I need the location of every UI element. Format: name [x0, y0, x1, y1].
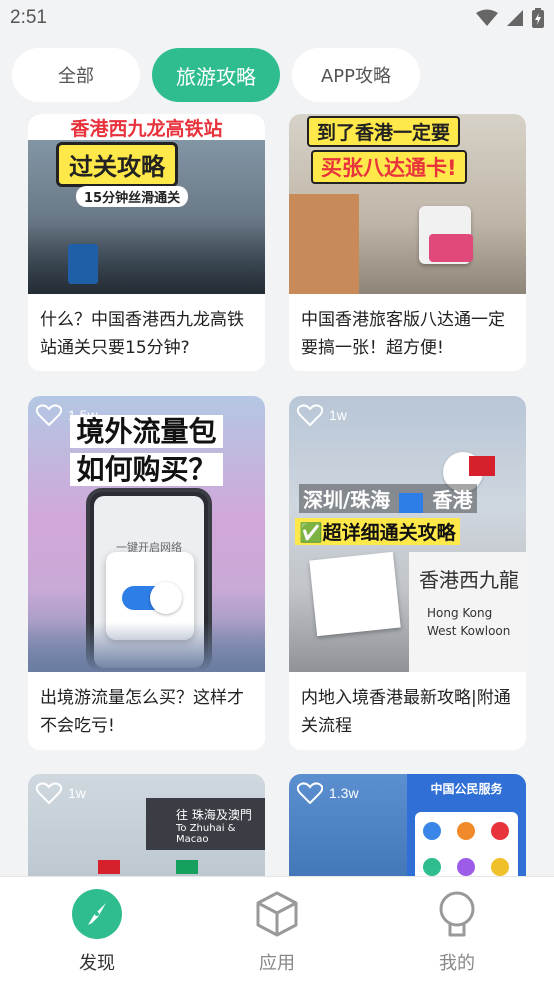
like-count: 1w — [297, 404, 347, 426]
card-image: 香港西九龙高铁站 过关攻略 15分钟丝滑通关 — [28, 114, 265, 294]
category-tabs: 全部 旅游攻略 APP攻略 — [12, 48, 420, 102]
status-time: 2:51 — [10, 7, 47, 28]
feed-card[interactable]: 到了香港一定要 买张八达通卡! 中国香港旅客版八达通一定要搞一张！超方便! — [289, 114, 526, 371]
card-image: 1.3w 中国公民服务 — [289, 774, 526, 876]
card-image-text: West Kowloon — [427, 624, 511, 638]
card-image: 1.5w 境外流量包 如何购买？ 一键开启网络 — [28, 396, 265, 672]
card-image: 到了香港一定要 买张八达通卡! — [289, 114, 526, 294]
card-image: 1w 深圳/珠海 香港 ✅超详细通关攻略 香港西九龍 Hong Kong Wes… — [289, 396, 526, 672]
card-image-text: 15分钟丝滑通关 — [84, 191, 181, 206]
card-image-text: 中国公民服务 — [430, 782, 503, 796]
nav-discover[interactable]: 发现 — [37, 889, 157, 975]
card-image-text: 到了香港一定要 — [317, 122, 451, 144]
nav-label: 发现 — [79, 953, 115, 974]
feed-card[interactable]: 香港西九龙高铁站 过关攻略 15分钟丝滑通关 什么？中国香港西九龙高铁站通关只要… — [28, 114, 265, 371]
card-image-text: 香港西九龙高铁站 — [70, 117, 223, 140]
status-icons — [476, 8, 544, 28]
feed-card[interactable]: 1.3w 中国公民服务 — [289, 774, 526, 876]
feed-card[interactable]: 1.5w 境外流量包 如何购买？ 一键开启网络 出境游流量怎么买？这样才不会吃亏… — [28, 396, 265, 750]
feed-card[interactable]: 1w 深圳/珠海 香港 ✅超详细通关攻略 香港西九龍 Hong Kong Wes… — [289, 396, 526, 750]
card-title: 中国香港旅客版八达通一定要搞一张！超方便! — [301, 310, 505, 358]
bottom-nav: 发现 应用 我的 — [0, 876, 554, 984]
battery-icon — [532, 8, 544, 28]
heart-icon — [297, 404, 323, 426]
feed-card[interactable]: 1w 往 珠海及澳門 To Zhuhai & Macao — [28, 774, 265, 876]
card-image-text: ✅超详细通关攻略 — [299, 522, 456, 544]
tab-app-guides[interactable]: APP攻略 — [292, 48, 420, 102]
signal-icon — [507, 10, 523, 26]
like-count: 1.3w — [297, 782, 359, 804]
wifi-icon — [476, 9, 498, 26]
card-image-text: 深圳/珠海 — [303, 488, 391, 512]
card-image-text: Hong Kong — [427, 606, 493, 620]
card-image-text: To Zhuhai & Macao — [176, 823, 236, 845]
card-image-text: 如何购买？ — [70, 453, 223, 486]
card-image-text: 香港西九龍 — [419, 568, 519, 592]
card-title: 什么？中国香港西九龙高铁站通关只要15分钟? — [40, 310, 244, 358]
user-icon — [439, 891, 475, 937]
nav-apps[interactable]: 应用 — [217, 889, 337, 975]
card-image-text: 境外流量包 — [70, 415, 223, 448]
like-count: 1w — [36, 782, 86, 804]
nav-label: 应用 — [259, 953, 295, 974]
card-image-text: 买张八达通卡! — [321, 156, 457, 180]
card-image: 1w 往 珠海及澳門 To Zhuhai & Macao — [28, 774, 265, 876]
tab-travel-guides[interactable]: 旅游攻略 — [152, 48, 280, 102]
status-bar: 2:51 — [0, 0, 554, 40]
card-title: 内地入境香港最新攻略|附通关流程 — [301, 688, 511, 736]
nav-label: 我的 — [439, 953, 475, 974]
nav-profile[interactable]: 我的 — [397, 889, 517, 975]
heart-icon — [36, 782, 62, 804]
compass-icon — [72, 889, 122, 939]
card-title: 出境游流量怎么买？这样才不会吃亏! — [40, 688, 244, 736]
heart-icon — [297, 782, 323, 804]
card-image-text: 香港 — [432, 488, 473, 512]
tab-all[interactable]: 全部 — [12, 48, 140, 102]
card-image-text: 过关攻略 — [69, 153, 165, 181]
cube-icon — [256, 891, 298, 937]
card-image-text: 往 珠海及澳門 — [176, 808, 252, 822]
feed[interactable]: 香港西九龙高铁站 过关攻略 15分钟丝滑通关 什么？中国香港西九龙高铁站通关只要… — [0, 114, 554, 876]
